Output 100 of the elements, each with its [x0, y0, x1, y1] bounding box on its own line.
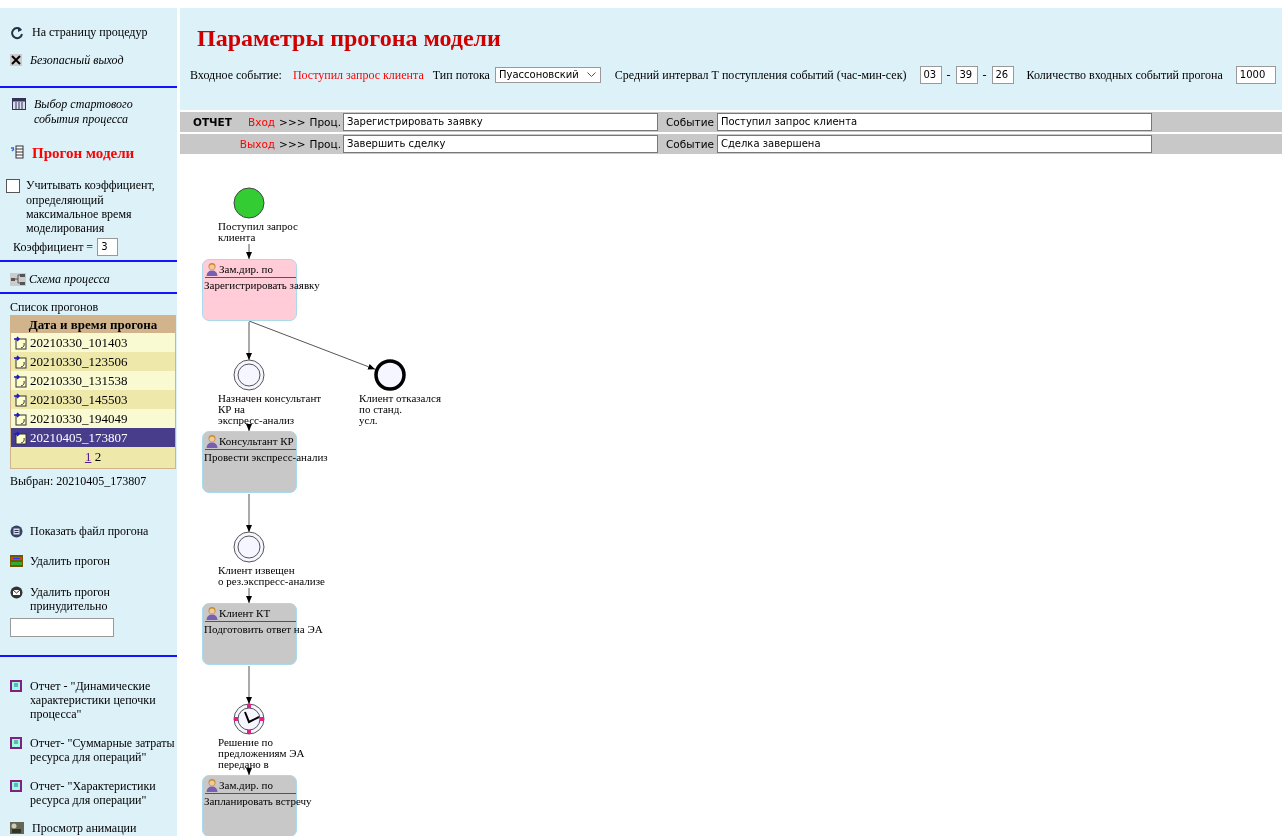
connector-arrow: [246, 243, 252, 260]
projector-icon: [10, 822, 24, 835]
field-label: Входное событие:: [190, 67, 282, 82]
field-label: Тип потока: [432, 67, 490, 82]
text-field[interactable]: [10, 617, 114, 637]
report-icon: [10, 679, 22, 692]
sidebar-link[interactable]: Безопасный выход: [30, 53, 124, 68]
start-event-circle: [233, 187, 265, 219]
intermediate-event-circle: [233, 531, 265, 563]
role-text: Клиент КТ: [219, 606, 271, 620]
sidebar-link[interactable]: Выбор стартового события процесса: [34, 97, 177, 127]
intermediate-event-circle: [233, 359, 265, 391]
direction-text: Вход: [248, 115, 276, 129]
task-name: Запланировать встречу: [204, 795, 313, 808]
checkbox-label: Учитывать коэффициент, определяющий максимальное время моделирования: [26, 178, 156, 236]
report-icon: [10, 736, 22, 749]
report-icon: [10, 779, 22, 792]
sidebar-link[interactable]: Просмотр анимации: [32, 821, 137, 836]
event-label: Поступил запрос клиента: [218, 221, 298, 243]
sidebar-link[interactable]: Отчет- "Характеристики ресурса для операции": [30, 778, 177, 808]
field-label: Проц.: [309, 137, 341, 151]
field-label: Событие: [666, 137, 714, 151]
table-icon: [12, 98, 26, 111]
run-row[interactable]: 20210330_123506: [11, 352, 175, 372]
connector-arrow: [246, 665, 252, 705]
sidebar-link[interactable]: На страницу процедур: [32, 25, 148, 40]
chevron-down-icon: [586, 72, 596, 78]
refresh-icon: [10, 26, 24, 40]
process-field[interactable]: Зарегистрировать заявку: [343, 113, 658, 131]
event-label: Клиент извещен о рез.экспресс-анализе: [218, 565, 325, 587]
field-label: Проц.: [309, 115, 341, 129]
end-event-circle: [374, 359, 406, 391]
person-icon: [205, 606, 219, 620]
page-title: Параметры прогона модели: [197, 24, 502, 53]
input-event-text: Поступил запрос клиента: [292, 67, 424, 82]
person-icon: [205, 434, 219, 448]
run-row[interactable]: 20210330_194049: [11, 409, 175, 429]
event-label: Решение по предложениям ЭА передано в: [218, 737, 305, 770]
sidebar-link[interactable]: Удалить прогон: [30, 554, 110, 569]
checkbox[interactable]: [6, 179, 20, 194]
connector-arrow: [246, 587, 252, 604]
run-row[interactable]: 20210330_145503: [11, 390, 175, 410]
file-icon: [10, 525, 23, 539]
document-icon: [13, 335, 27, 350]
flow-type-dropdown[interactable]: Пуассоновский: [494, 66, 601, 83]
sidebar-link[interactable]: Удалить прогон принудительно: [30, 584, 177, 614]
person-icon: [205, 778, 219, 792]
close-icon: [10, 54, 22, 66]
run-row[interactable]: 20210405_173807: [11, 428, 175, 448]
timer-event-icon: [233, 703, 265, 735]
task-name: Провести экспресс-анализ: [204, 451, 329, 464]
column-header: Дата и время прогона: [11, 315, 175, 334]
time-field[interactable]: 26: [991, 65, 1014, 84]
sidebar-link[interactable]: Отчет- "Суммарные затраты ресурса для операций": [30, 735, 177, 765]
document-icon: [13, 354, 27, 369]
event-label: Клиент отказался по станд. усл.: [359, 393, 442, 426]
document-icon: [13, 392, 27, 407]
report-heading: ОТЧЕТ: [193, 115, 232, 129]
role-text: Зам.дир. по: [219, 262, 273, 276]
run-row[interactable]: 20210330_101403: [11, 333, 175, 353]
scheme-icon: [10, 272, 26, 286]
delete-icon: [10, 555, 23, 568]
envelope-icon: [10, 585, 23, 599]
field-label: Коэффициент =: [13, 239, 94, 254]
event-field[interactable]: Поступил запрос клиента: [716, 113, 1152, 131]
field-label: Количество входных событий прогона: [1026, 67, 1223, 82]
process-field[interactable]: Завершить сделку: [343, 135, 658, 153]
direction-text: Выход: [239, 137, 276, 151]
sidebar-link[interactable]: Показать файл прогона: [30, 524, 149, 539]
coefficient-field[interactable]: 3: [97, 237, 119, 256]
arrows-text: >>>: [279, 137, 306, 151]
field-label: Событие: [666, 115, 714, 129]
list-icon: [10, 145, 24, 160]
separator-text: -: [946, 67, 951, 82]
time-field[interactable]: 03: [919, 65, 942, 84]
time-field[interactable]: 39: [955, 65, 978, 84]
role-text: Зам.дир. по: [219, 778, 273, 792]
role-text: Консультант КР: [219, 434, 294, 448]
event-field[interactable]: Сделка завершена: [716, 135, 1152, 153]
list-title: Список прогонов: [10, 300, 100, 315]
sidebar-link[interactable]: Отчет - "Динамические характеристики цепочки процесса": [30, 678, 177, 722]
field-label: Средний интервал Т поступления событий (час-мин-сек): [614, 67, 907, 82]
run-row[interactable]: 20210330_131538: [11, 371, 175, 391]
page-link[interactable]: 2: [94, 449, 102, 465]
task-name: Зарегистрировать заявку: [204, 279, 321, 292]
count-field[interactable]: 1000: [1235, 65, 1276, 84]
person-icon: [205, 262, 219, 276]
document-icon: [13, 430, 27, 445]
task-name: Подготовить ответ на ЭА: [204, 623, 324, 636]
sidebar-link[interactable]: Схема процесса: [29, 271, 110, 287]
document-icon: [13, 373, 27, 388]
connector-arrow: [246, 768, 252, 776]
page-link[interactable]: 1: [84, 449, 92, 465]
connector-arrow: [246, 424, 252, 432]
event-label: Назначен консультант КР на экспресс-анализ: [218, 393, 322, 426]
document-icon: [13, 411, 27, 426]
selected-run-text: Выбран: 20210405_173807: [10, 473, 148, 489]
separator-text: -: [982, 67, 987, 82]
arrows-text: >>>: [279, 115, 306, 129]
connector-arrow: [246, 493, 252, 533]
